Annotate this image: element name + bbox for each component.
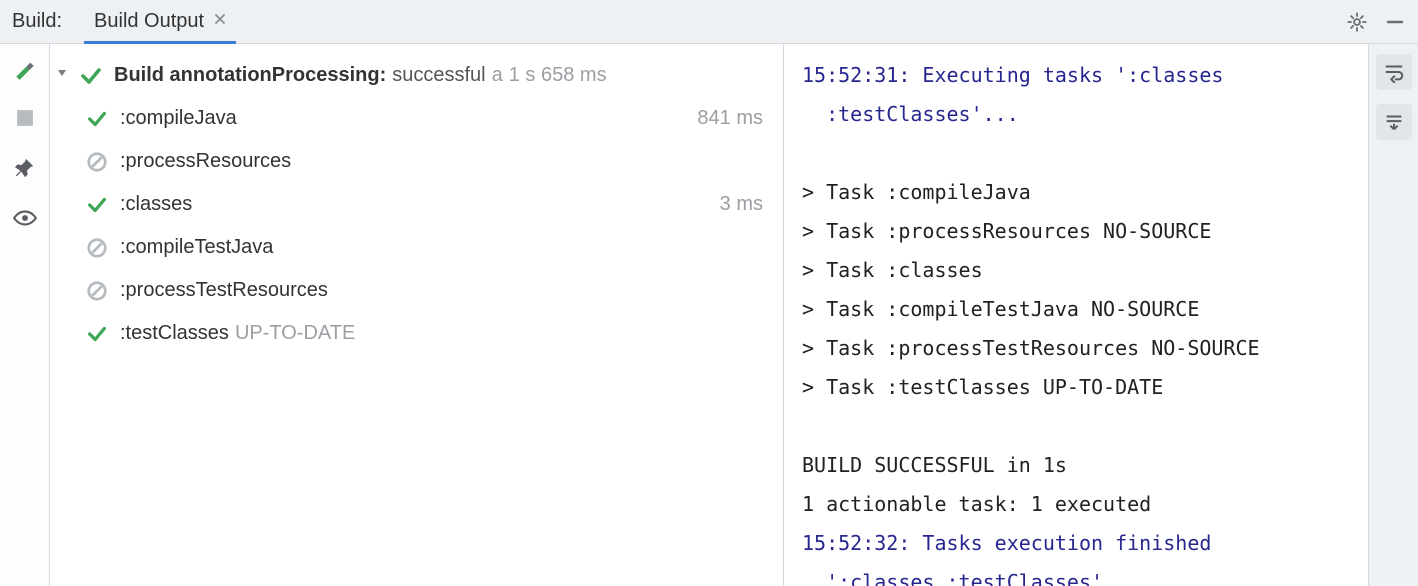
console-line: 1 actionable task: 1 executed — [802, 485, 1360, 524]
console-line: 15:52:31: Executing tasks ':classes :tes… — [802, 56, 1360, 134]
check-icon — [78, 63, 104, 89]
root-sep: a — [492, 56, 503, 95]
close-icon[interactable] — [214, 12, 226, 30]
task-name: :processResources — [120, 142, 291, 181]
task-duration: 3 ms — [720, 185, 763, 224]
check-icon — [84, 321, 110, 347]
task-name: :compileJava — [120, 99, 237, 138]
console-line: > Task :processTestResources NO-SOURCE — [802, 329, 1360, 368]
console-line: > Task :classes — [802, 251, 1360, 290]
task-row[interactable]: :compileTestJava — [50, 226, 777, 269]
task-row[interactable]: :compileJava 841 ms — [50, 97, 777, 140]
soft-wrap-icon[interactable] — [1376, 54, 1412, 90]
task-duration: 841 ms — [697, 99, 763, 138]
stop-icon[interactable] — [11, 104, 39, 132]
skip-icon — [84, 278, 110, 304]
task-row[interactable]: :processResources — [50, 140, 777, 183]
console-line — [802, 134, 1360, 173]
task-row[interactable]: :processTestResources — [50, 269, 777, 312]
panel-label: Build: — [12, 10, 62, 33]
check-icon — [84, 192, 110, 218]
task-row[interactable]: :testClassesUP-TO-DATE — [50, 312, 777, 355]
minimize-icon[interactable] — [1384, 11, 1406, 33]
hammer-icon[interactable] — [11, 54, 39, 82]
tab-label: Build Output — [94, 10, 204, 33]
task-name: :classes — [120, 185, 192, 224]
build-tree-panel: Build annotationProcessing: successful a… — [50, 44, 784, 586]
check-icon — [84, 106, 110, 132]
eye-icon[interactable] — [11, 204, 39, 232]
console-line: 15:52:32: Tasks execution finished ':cla… — [802, 524, 1360, 586]
skip-icon — [84, 235, 110, 261]
skip-icon — [84, 149, 110, 175]
pin-icon[interactable] — [11, 154, 39, 182]
task-name: :compileTestJava — [120, 228, 273, 267]
collapse-icon[interactable] — [56, 64, 74, 87]
right-toolbar — [1368, 44, 1418, 586]
tree-root-row[interactable]: Build annotationProcessing: successful a… — [50, 54, 777, 97]
scroll-to-end-icon[interactable] — [1376, 104, 1412, 140]
console-line: > Task :compileJava — [802, 173, 1360, 212]
tab-build-output[interactable]: Build Output — [84, 1, 236, 44]
task-row[interactable]: :classes 3 ms — [50, 183, 777, 226]
left-toolbar — [0, 44, 50, 586]
console-line: BUILD SUCCESSFUL in 1s — [802, 446, 1360, 485]
console-line: > Task :testClasses UP-TO-DATE — [802, 368, 1360, 407]
root-status: successful — [392, 56, 485, 95]
tool-window-header: Build: Build Output — [0, 0, 1418, 44]
console-line: > Task :compileTestJava NO-SOURCE — [802, 290, 1360, 329]
console-line: > Task :processResources NO-SOURCE — [802, 212, 1360, 251]
task-name: :processTestResources — [120, 271, 328, 310]
console-output[interactable]: 15:52:31: Executing tasks ':classes :tes… — [784, 44, 1368, 586]
task-badge: UP-TO-DATE — [235, 314, 355, 353]
root-time: 1 s 658 ms — [509, 56, 607, 95]
root-title: Build annotationProcessing: — [114, 56, 386, 95]
gear-icon[interactable] — [1346, 11, 1368, 33]
console-line — [802, 407, 1360, 446]
task-name: :testClasses — [120, 314, 229, 353]
